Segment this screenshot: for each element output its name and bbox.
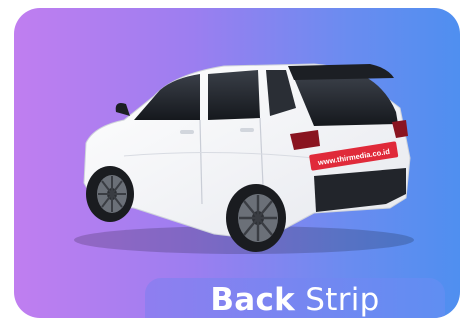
caption-rest-word: Strip: [305, 281, 380, 318]
side-window-front: [134, 74, 200, 120]
side-window-rear: [208, 70, 260, 120]
rear-spoiler: [288, 64, 394, 80]
car-photo: www.thirmedia.co.id: [74, 63, 414, 254]
caption-bar: Back Strip: [145, 278, 445, 318]
rear-wheel: [226, 184, 286, 252]
card-caption: Back Strip: [210, 281, 380, 318]
product-card[interactable]: www.thirmedia.co.id Back Strip: [14, 8, 460, 318]
front-wheel: [86, 166, 134, 222]
side-mirror: [115, 103, 130, 116]
caption-bold-word: Back: [210, 281, 296, 318]
